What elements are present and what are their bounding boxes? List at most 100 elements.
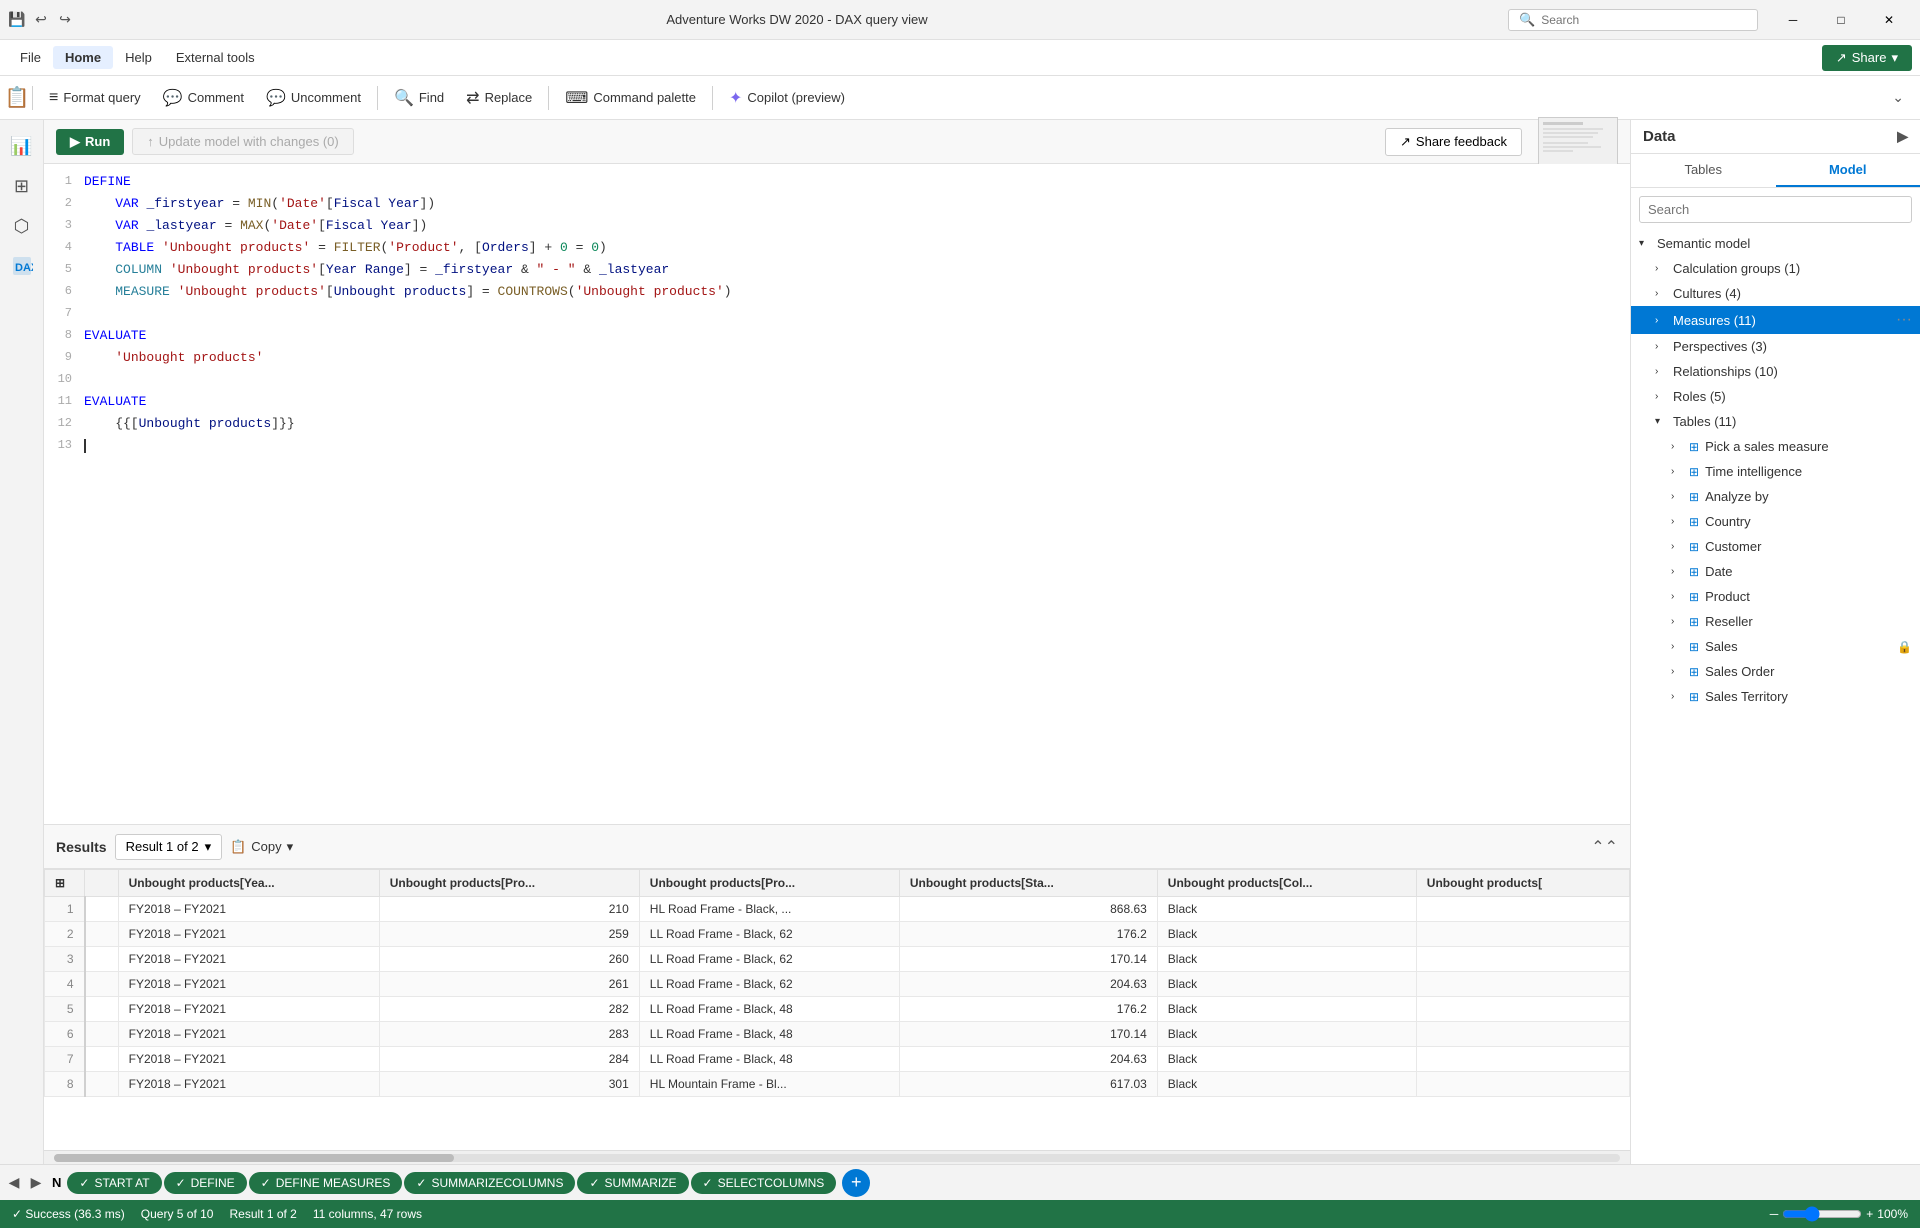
row-col1: FY2018 – FY2021 xyxy=(118,997,379,1022)
chevron-right-icon: › xyxy=(1655,341,1667,352)
next-tab-button[interactable]: ▶ xyxy=(26,1173,46,1193)
tree-item-product[interactable]: › ⊞ Product xyxy=(1631,584,1920,609)
copilot-button[interactable]: ✦ Copilot (preview) xyxy=(719,84,855,112)
collapse-results-button[interactable]: ⌃⌃ xyxy=(1591,837,1618,857)
add-tab-button[interactable]: + xyxy=(842,1169,870,1197)
tree-item-roles[interactable]: › Roles (5) xyxy=(1631,384,1920,409)
prev-tab-button[interactable]: ◀ xyxy=(4,1173,24,1193)
new-query-icon[interactable]: 📋 xyxy=(8,89,26,107)
tree-item-time-intelligence[interactable]: › ⊞ Time intelligence xyxy=(1631,459,1920,484)
tree-item-calc-groups[interactable]: › Calculation groups (1) xyxy=(1631,256,1920,281)
row-col5: Black xyxy=(1157,972,1416,997)
tree-item-cultures[interactable]: › Cultures (4) xyxy=(1631,281,1920,306)
command-palette-button[interactable]: ⌨ Command palette xyxy=(555,84,706,112)
tree-item-analyze-by[interactable]: › ⊞ Analyze by xyxy=(1631,484,1920,509)
tab-model[interactable]: Model xyxy=(1776,154,1920,187)
expand-toolbar-button[interactable]: ⌄ xyxy=(1884,85,1912,110)
chevron-right-icon: › xyxy=(1655,315,1667,326)
row-col1: FY2018 – FY2021 xyxy=(118,922,379,947)
check-icon: ✓ xyxy=(703,1176,713,1190)
share-button[interactable]: ↗ Share ▾ xyxy=(1822,45,1912,71)
zoom-slider[interactable] xyxy=(1782,1206,1862,1222)
row-col4: 170.14 xyxy=(899,947,1157,972)
maximize-button[interactable]: □ xyxy=(1818,5,1864,35)
expand-data-panel-icon[interactable]: ▶ xyxy=(1897,128,1908,145)
chevron-down-icon: ▾ xyxy=(1655,416,1667,427)
tree-item-sales-territory[interactable]: › ⊞ Sales Territory xyxy=(1631,684,1920,709)
sidebar-report-icon[interactable]: 📊 xyxy=(4,128,40,164)
format-query-button[interactable]: ≡ Format query xyxy=(39,85,151,111)
data-search-input[interactable] xyxy=(1639,196,1912,223)
tree-label: Measures (11) xyxy=(1673,313,1756,328)
find-button[interactable]: 🔍 Find xyxy=(384,84,454,112)
more-button[interactable]: ··· xyxy=(1896,311,1912,329)
h-scroll-thumb[interactable] xyxy=(54,1154,454,1162)
share-feedback-button[interactable]: ↗ Share feedback xyxy=(1385,128,1522,156)
tree-item-tables[interactable]: ▾ Tables (11) xyxy=(1631,409,1920,434)
tab-select-columns[interactable]: ✓ SELECTCOLUMNS xyxy=(691,1172,837,1194)
tree-label: Sales Territory xyxy=(1705,689,1788,704)
run-button[interactable]: ▶ Run xyxy=(56,129,124,155)
code-editor[interactable]: 1 DEFINE 2 VAR _firstyear = MIN('Date'[F… xyxy=(44,164,1630,824)
search-input[interactable] xyxy=(1541,13,1741,27)
zoom-out-icon[interactable]: ─ xyxy=(1770,1207,1779,1221)
check-icon: ✓ xyxy=(261,1176,271,1190)
menu-help[interactable]: Help xyxy=(113,46,164,69)
tree-item-country[interactable]: › ⊞ Country xyxy=(1631,509,1920,534)
zoom-in-icon[interactable]: + xyxy=(1866,1207,1873,1221)
tab-start-at[interactable]: ✓ START AT xyxy=(67,1172,161,1194)
tab-define-measures[interactable]: ✓ DEFINE MEASURES xyxy=(249,1172,403,1194)
tree-item-semantic-model[interactable]: ▾ Semantic model xyxy=(1631,231,1920,256)
tree-item-perspectives[interactable]: › Perspectives (3) xyxy=(1631,334,1920,359)
row-col3: LL Road Frame - Black, 48 xyxy=(639,997,899,1022)
sidebar-query-icon[interactable]: DAX xyxy=(4,248,40,284)
tree-item-date[interactable]: › ⊞ Date xyxy=(1631,559,1920,584)
chevron-right-icon: › xyxy=(1671,466,1683,477)
tab-tables[interactable]: Tables xyxy=(1631,154,1776,187)
result-selector[interactable]: Result 1 of 2 ▾ xyxy=(115,834,223,860)
table-row: 2 FY2018 – FY2021 259 LL Road Frame - Bl… xyxy=(45,922,1630,947)
replace-button[interactable]: ⇄ Replace xyxy=(456,84,542,112)
tree-item-reseller[interactable]: › ⊞ Reseller xyxy=(1631,609,1920,634)
close-button[interactable]: ✕ xyxy=(1866,5,1912,35)
tree-item-sales[interactable]: › ⊞ Sales 🔒 xyxy=(1631,634,1920,659)
zoom-control[interactable]: ─ + 100% xyxy=(1770,1206,1908,1222)
menu-external-tools[interactable]: External tools xyxy=(164,46,267,69)
minimize-button[interactable]: ─ xyxy=(1770,5,1816,35)
sidebar-model-icon[interactable]: ⬡ xyxy=(4,208,40,244)
row-col0 xyxy=(85,1047,119,1072)
comment-icon: 💬 xyxy=(163,88,183,108)
results-table-wrap[interactable]: ⊞ Unbought products[Yea... Unbought prod… xyxy=(44,869,1630,1150)
redo-icon[interactable]: ↪ xyxy=(56,11,74,29)
tab-summarize-columns[interactable]: ✓ SUMMARIZECOLUMNS xyxy=(404,1172,575,1194)
tree-item-relationships[interactable]: › Relationships (10) xyxy=(1631,359,1920,384)
undo-icon[interactable]: ↩ xyxy=(32,11,50,29)
sidebar-table-icon[interactable]: ⊞ xyxy=(4,168,40,204)
zoom-level: 100% xyxy=(1877,1207,1908,1221)
status-result: Result 1 of 2 xyxy=(229,1207,296,1221)
th-col1: Unbought products[Yea... xyxy=(118,870,379,897)
tree-item-pick-sales[interactable]: › ⊞ Pick a sales measure xyxy=(1631,434,1920,459)
menu-home[interactable]: Home xyxy=(53,46,113,69)
tab-summarize[interactable]: ✓ SUMMARIZE xyxy=(577,1172,688,1194)
grid-icon: ⊞ xyxy=(55,876,65,890)
menu-file[interactable]: File xyxy=(8,46,53,69)
row-col6 xyxy=(1416,972,1629,997)
thumbnail-preview xyxy=(1538,117,1618,167)
copy-button[interactable]: 📋 Copy ▾ xyxy=(230,839,293,855)
comment-button[interactable]: 💬 Comment xyxy=(153,84,254,112)
chevron-right-icon: › xyxy=(1671,566,1683,577)
chevron-right-icon: › xyxy=(1655,391,1667,402)
chevron-right-icon: › xyxy=(1671,666,1683,677)
tree-item-sales-order[interactable]: › ⊞ Sales Order xyxy=(1631,659,1920,684)
tree-item-customer[interactable]: › ⊞ Customer xyxy=(1631,534,1920,559)
row-num-cell: 7 xyxy=(45,1047,85,1072)
tree-item-measures[interactable]: › Measures (11) ··· xyxy=(1631,306,1920,334)
table-icon: ⊞ xyxy=(1689,615,1699,629)
tab-define[interactable]: ✓ DEFINE xyxy=(164,1172,247,1194)
uncomment-button[interactable]: 💬 Uncomment xyxy=(256,84,371,112)
titlebar-search[interactable]: 🔍 xyxy=(1508,9,1758,31)
save-icon[interactable]: 💾 xyxy=(8,11,26,29)
row-num-cell: 6 xyxy=(45,1022,85,1047)
horizontal-scrollbar[interactable] xyxy=(44,1150,1630,1164)
